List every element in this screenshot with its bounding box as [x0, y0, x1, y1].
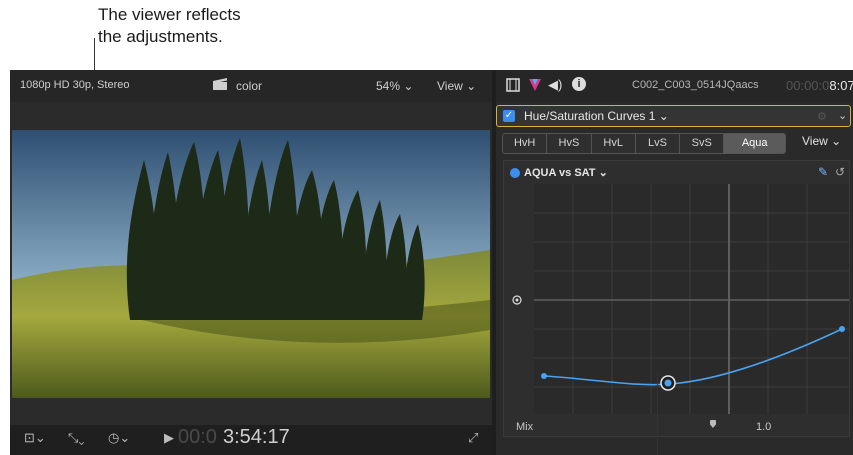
effect-selector[interactable]: ✓ Hue/Saturation Curves 1 ⌄ ⚙ ⌄ [496, 105, 851, 127]
inspector-view-menu[interactable]: View ⌄ [802, 134, 841, 148]
aqua-vs-sat-graph [512, 184, 849, 414]
tab-hvs[interactable]: HvS [547, 134, 592, 153]
viewer-callout: The viewer reflects the adjustments. [98, 4, 241, 48]
viewer-callout-line2: the adjustments. [98, 27, 223, 46]
transform-tools-icon[interactable]: ⤡⌄ [68, 430, 85, 446]
curve-graph-panel: AQUA vs SAT ⌄ ✎ ↺ [503, 160, 850, 437]
viewer-panel: 1080p HD 30p, Stereo color 54% ⌄ View ⌄ [10, 70, 492, 455]
tab-svs[interactable]: SvS [680, 134, 725, 153]
clapper-icon [212, 77, 228, 94]
mix-value[interactable]: 1.0 [756, 421, 771, 433]
tab-aqua[interactable]: Aqua [724, 134, 785, 153]
info-icon[interactable]: i [572, 77, 586, 91]
film-icon[interactable] [506, 78, 520, 97]
retime-menu-icon[interactable]: ◷⌄ [108, 430, 130, 446]
viewer-clip-name: color [236, 79, 263, 93]
inspector-timecode: 00:00:08:07 [786, 78, 853, 93]
color-icon[interactable] [528, 78, 542, 97]
viewer-timecode: 3:54:17 [223, 426, 290, 448]
inspector-timecode-value: 8:07 [829, 78, 853, 93]
mix-label: Mix [516, 421, 534, 433]
zoom-menu[interactable]: 54% ⌄ [376, 79, 413, 93]
play-icon[interactable]: ▶ [164, 430, 174, 446]
curve-point-leader [657, 373, 658, 455]
curve-tabs: HvH HvS HvL LvS SvS Aqua [502, 133, 786, 154]
effect-name-menu[interactable]: Hue/Saturation Curves 1 ⌄ [524, 109, 669, 123]
fullscreen-icon[interactable]: ⤢ [468, 430, 478, 446]
chevron-down-icon[interactable]: ⌄ [838, 109, 847, 122]
layout-menu-icon[interactable]: ⊡⌄ [24, 430, 46, 446]
tab-lvs[interactable]: LvS [636, 134, 681, 153]
mix-row: Mix 1.0 [496, 417, 853, 443]
viewer-format-info: 1080p HD 30p, Stereo [20, 79, 130, 91]
viewer-view-menu[interactable]: View ⌄ [437, 79, 476, 93]
settings-icon[interactable]: ⚙ [817, 110, 827, 123]
tab-hvh[interactable]: HvH [503, 134, 548, 153]
tab-hvl[interactable]: HvL [592, 134, 636, 153]
inspector-clip-name: C002_C003_0514JQaacs [632, 79, 759, 91]
viewer-image [12, 130, 490, 398]
color-inspector: ◀) i C002_C003_0514JQaacs 00:00:08:07 ✓ … [496, 70, 853, 455]
audio-icon[interactable]: ◀) [548, 77, 562, 93]
inspector-toolbar: ◀) i C002_C003_0514JQaacs 00:00:08:07 [496, 70, 853, 102]
effect-enable-checkbox[interactable]: ✓ [503, 110, 515, 122]
inspector-timecode-dim: 00:00:0 [786, 78, 830, 93]
viewer-controls: ⊡⌄ ⤡⌄ ◷⌄ ▶ 00:0 3:54:17 ⤢ [10, 425, 492, 455]
viewer-toolbar: 1080p HD 30p, Stereo color 54% ⌄ View ⌄ [10, 70, 492, 102]
viewer-callout-line1: The viewer reflects [98, 5, 241, 24]
viewer-timecode-dim: 00:0 [178, 426, 217, 448]
mix-slider-handle[interactable] [710, 420, 716, 428]
final-cut-window: 1080p HD 30p, Stereo color 54% ⌄ View ⌄ [10, 70, 853, 455]
